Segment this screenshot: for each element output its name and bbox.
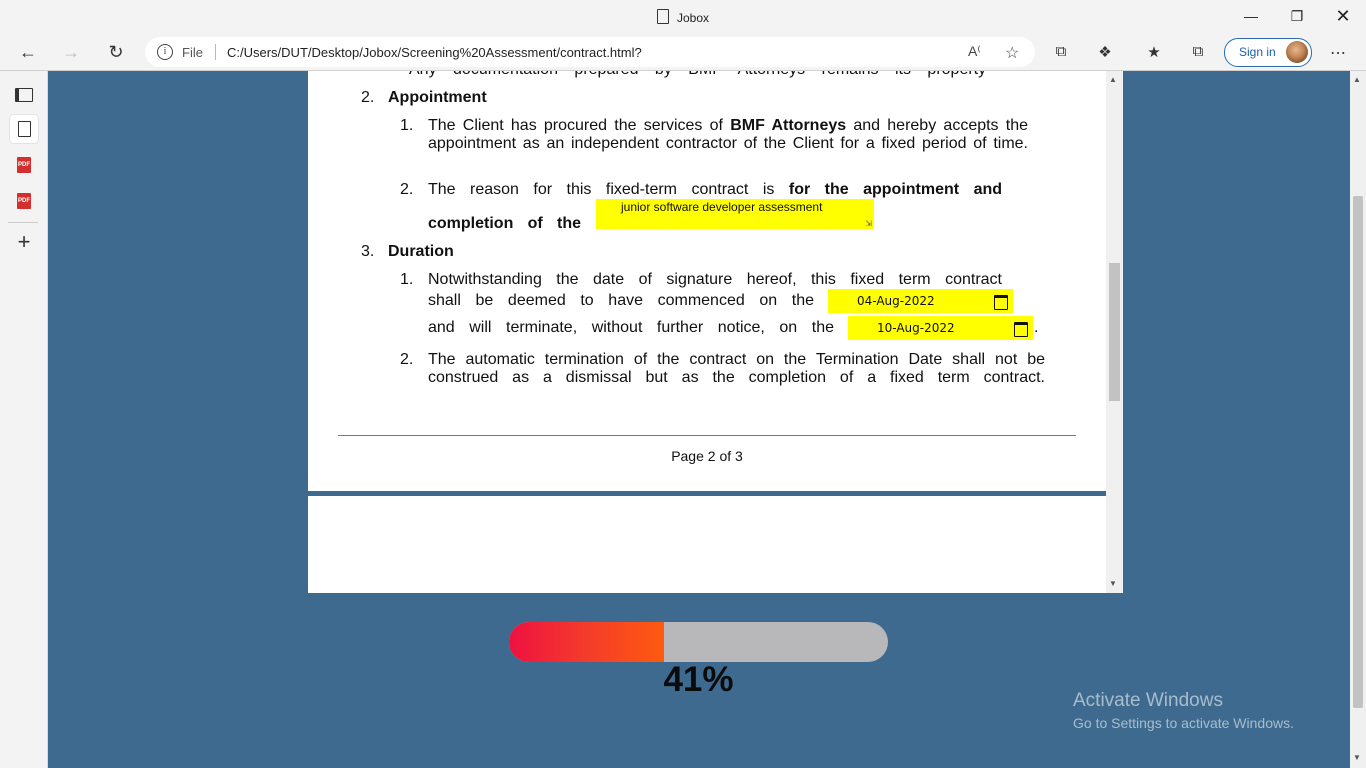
end-date-input[interactable]: 10-Aug-2022: [848, 316, 1033, 340]
item-number: 2.: [400, 181, 414, 198]
section-heading-duration: Duration: [388, 243, 454, 260]
start-date-input[interactable]: 04-Aug-2022: [828, 289, 1013, 313]
document-scrollbar-thumb[interactable]: [1109, 263, 1120, 401]
restore-button[interactable]: ❐: [1274, 0, 1320, 32]
read-aloud-icon[interactable]: A⁽: [968, 43, 981, 60]
address-divider: [215, 44, 216, 60]
navigation-bar: ← → ↻ i File C:/Users/DUT/Desktop/Jobox/…: [0, 34, 1366, 71]
new-tab-plus-icon[interactable]: +: [10, 228, 38, 256]
end-punctuation: .: [1034, 319, 1039, 336]
reason-text: The reason for this fixed-term contract …: [428, 181, 775, 198]
url-text[interactable]: C:/Users/DUT/Desktop/Jobox/Screening%20A…: [227, 45, 642, 60]
sidebar-divider: [8, 222, 38, 223]
sign-in-label: Sign in: [1239, 45, 1276, 59]
calendar-icon[interactable]: [994, 295, 1008, 310]
progress-fill: [509, 622, 665, 662]
sign-in-button[interactable]: Sign in: [1224, 38, 1312, 67]
progress-bar: [509, 622, 888, 662]
contract-document-frame[interactable]: Any documentation prepared by BMF Attorn…: [308, 71, 1123, 593]
tab-document[interactable]: [10, 115, 38, 143]
document-icon: [17, 121, 31, 137]
scroll-up-icon[interactable]: ▲: [1353, 75, 1361, 84]
extensions-icon[interactable]: ❖: [1095, 43, 1115, 61]
calendar-icon[interactable]: [1014, 322, 1028, 337]
scroll-down-icon[interactable]: ▼: [1109, 579, 1117, 588]
duration-line-3: and will terminate, without further noti…: [428, 319, 834, 336]
appointment-item-1: The Client has procured the services of …: [428, 117, 1028, 153]
favorites-icon[interactable]: ★: [1144, 43, 1164, 61]
workspaces-icon[interactable]: ⧉: [1188, 43, 1208, 60]
duration-line-2: shall be deemed to have commenced on the: [428, 292, 814, 309]
footer-divider: [338, 435, 1076, 436]
assessment-textarea-value: junior software developer assessment: [621, 200, 823, 214]
item-number: 2.: [400, 351, 414, 368]
more-icon[interactable]: ⋯: [1328, 43, 1348, 63]
tab-actions-icon[interactable]: [10, 81, 38, 109]
document-scrollbar[interactable]: ▲ ▼: [1106, 71, 1123, 593]
activate-windows-title: Activate Windows: [1073, 690, 1223, 711]
page-separator: [308, 491, 1106, 496]
reason-bold: for the appointment and: [788, 181, 1003, 198]
pdf-icon: PDF: [17, 157, 31, 173]
appointment-text: The Client has procured the services of: [428, 117, 723, 134]
address-bar[interactable]: i File C:/Users/DUT/Desktop/Jobox/Screen…: [145, 37, 1035, 67]
close-button[interactable]: ✕: [1320, 0, 1366, 32]
minimize-button[interactable]: —: [1228, 0, 1274, 32]
pdf-icon: PDF: [17, 193, 31, 209]
section-number: 2.: [361, 89, 375, 106]
document-icon: [656, 9, 669, 24]
url-scheme: File: [182, 45, 203, 60]
tab-pdf-2[interactable]: PDF: [10, 187, 38, 215]
start-date-value: 04-Aug-2022: [857, 294, 935, 308]
duration-item-2: The automatic termination of the contrac…: [428, 351, 1045, 386]
section-number: 3.: [361, 243, 375, 260]
item-number: 1.: [400, 117, 414, 134]
page-scrollbar[interactable]: ▲ ▼: [1350, 71, 1366, 768]
item-number: 1.: [400, 271, 414, 288]
contract-page-2: Any documentation prepared by BMF Attorn…: [308, 71, 1106, 491]
duration-line-1: Notwithstanding the date of signature he…: [428, 271, 1002, 288]
sidebar: PDF PDF +: [0, 71, 48, 768]
page-scrollbar-thumb[interactable]: [1353, 196, 1363, 708]
end-date-value: 10-Aug-2022: [877, 321, 955, 335]
collections-icon[interactable]: ⧉: [1051, 43, 1071, 60]
scroll-up-icon[interactable]: ▲: [1109, 75, 1117, 84]
clipped-bullet-line: Any documentation prepared by BMF Attorn…: [409, 71, 986, 79]
title-bar: Jobox — ❐ ✕: [0, 0, 1366, 34]
window-title: Jobox: [0, 9, 1366, 25]
assessment-textarea[interactable]: junior software developer assessment ⇲: [596, 199, 874, 229]
tab-pdf-1[interactable]: PDF: [10, 151, 38, 179]
scroll-down-icon[interactable]: ▼: [1353, 753, 1361, 762]
back-arrow-icon[interactable]: ←: [13, 37, 43, 67]
progress-percent: 41%: [663, 660, 734, 699]
page-number: Page 2 of 3: [671, 448, 743, 464]
forward-arrow-icon[interactable]: →: [56, 37, 86, 67]
resize-handle-icon[interactable]: ⇲: [865, 219, 872, 228]
reason-line-1: The reason for this fixed-term contract …: [428, 181, 1002, 199]
add-favorite-icon[interactable]: ☆: [1005, 43, 1019, 63]
section-heading-appointment: Appointment: [388, 89, 487, 106]
bmf-attorneys: BMF Attorneys: [730, 117, 847, 134]
info-icon[interactable]: i: [157, 44, 173, 60]
reason-line-2: completion of the: [428, 215, 581, 232]
avatar: [1286, 41, 1308, 63]
refresh-icon[interactable]: ↻: [101, 37, 131, 67]
activate-windows-subtitle: Go to Settings to activate Windows.: [1073, 715, 1294, 731]
window-title-text: Jobox: [676, 11, 710, 25]
